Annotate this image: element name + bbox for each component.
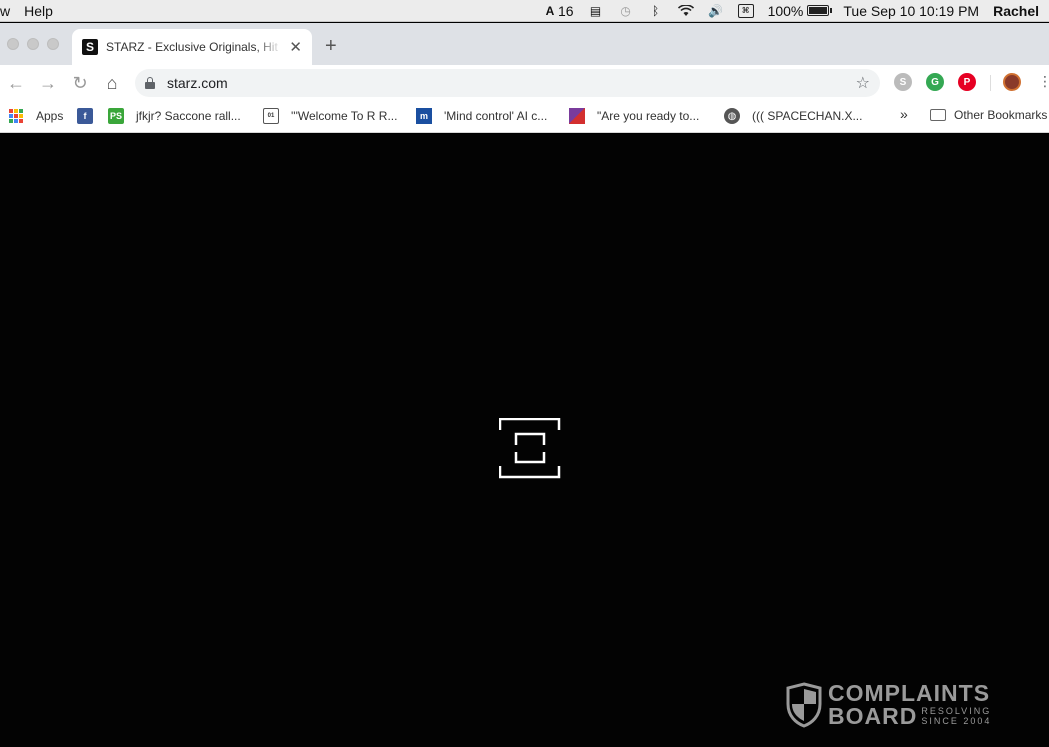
keyboard-icon[interactable]: ⌘ [737,3,754,18]
wifi-icon[interactable] [677,4,694,18]
skype-extension-icon[interactable]: S [894,73,912,91]
battery-percent: 100% [767,2,804,19]
bluetooth-icon[interactable]: ᛒ [648,4,664,18]
address-bar[interactable]: starz.com ☆ [135,69,880,97]
menu-window[interactable]: w [0,3,10,19]
close-window-button[interactable] [7,38,19,50]
time-machine-icon[interactable]: ◷ [618,4,634,18]
menu-help[interactable]: Help [24,3,53,19]
zoom-window-button[interactable] [47,38,59,50]
bookmark-welcome[interactable]: 01 '''Welcome To R R... [263,108,397,124]
bookmark-label: ((( SPACECHAN.X... [752,109,863,123]
window-controls [7,38,67,50]
shield-icon [786,682,822,728]
clipboard-icon[interactable]: ▤ [588,4,604,18]
battery-status[interactable]: 100% [767,2,833,19]
close-tab-icon[interactable]: ✕ [289,38,302,56]
bookmark-star-icon[interactable]: ☆ [856,73,870,93]
bookmark-saccone[interactable]: PS jfkjr? Saccone rall... [108,108,241,124]
macos-menu-bar: w Help A 16 ▤ ◷ ᛒ 🔊 ⌘ 100% Tue Sep 10 10:… [0,0,1049,22]
tab-starz[interactable]: S STARZ - Exclusive Originals, Hit Movie… [72,29,312,65]
bookmark-mind-control[interactable]: m 'Mind control' AI c... [416,108,547,124]
volume-icon[interactable]: 🔊 [708,4,724,18]
bookmarks-bar: Apps f PS jfkjr? Saccone rall... 01 '''W… [0,101,1049,133]
grammarly-extension-icon[interactable]: G [926,73,944,91]
lock-icon[interactable] [145,77,155,89]
minimize-window-button[interactable] [27,38,39,50]
facebook-icon: f [77,108,93,124]
tab-strip: S STARZ - Exclusive Originals, Hit Movie… [0,23,1049,65]
back-icon[interactable]: ← [0,73,32,94]
watermark-line1: COMPLAINTS [828,680,991,706]
bookmark-are-you-ready[interactable]: "Are you ready to... [569,108,699,124]
adobe-icon[interactable]: A 16 [542,3,574,19]
apps-grid-icon [8,108,24,124]
bookmark-label: '''Welcome To R R... [291,109,398,123]
battery-icon [807,5,833,16]
bookmark-spacechan[interactable]: ◍ ((( SPACECHAN.X... [724,108,862,124]
user-menu[interactable]: Rachel [993,3,1039,19]
clock[interactable]: Tue Sep 10 10:19 PM [843,3,979,19]
complaints-board-watermark: COMPLAINTS BOARD RESOLVING SINCE 2004 [786,682,991,728]
profile-avatar[interactable] [1003,73,1021,91]
watermark-line2: BOARD [828,703,918,729]
pinterest-extension-icon[interactable]: P [958,73,976,91]
home-icon[interactable]: ⌂ [96,73,128,94]
tab-title: STARZ - Exclusive Originals, Hit Movies [106,40,282,54]
browser-toolbar: ← → ↻ ⌂ starz.com ☆ S G P ⋮ [0,65,1049,101]
watermark-tag2: SINCE 2004 [921,715,992,726]
bookmark-label: jfkjr? Saccone rall... [136,109,241,123]
bookmark-label: Apps [36,109,64,123]
reload-icon[interactable]: ↻ [64,73,96,94]
binary-icon: 01 [263,108,279,124]
adobe-badge: 16 [558,2,574,19]
ps-icon: PS [108,108,124,124]
folder-icon [930,109,946,121]
m-news-icon: m [416,108,432,124]
starz-favicon-icon: S [82,39,98,55]
toolbar-divider [990,75,991,91]
forward-icon[interactable]: → [32,73,64,94]
bookmark-label: 'Mind control' AI c... [444,109,548,123]
bookmark-facebook[interactable]: f [77,108,105,124]
loading-spinner-icon [499,418,561,479]
globe-icon: ◍ [724,108,740,124]
chrome-menu-icon[interactable]: ⋮ [1038,73,1049,90]
flag-icon [569,108,585,124]
bookmark-apps[interactable]: Apps [8,108,63,124]
bookmarks-overflow-icon[interactable]: » [900,106,908,122]
other-bookmarks-label: Other Bookmarks [954,108,1048,122]
new-tab-button[interactable]: + [325,35,337,58]
other-bookmarks-folder[interactable]: Other Bookmarks [930,108,1047,122]
page-content: COMPLAINTS BOARD RESOLVING SINCE 2004 [0,134,1049,747]
url-text[interactable]: starz.com [167,75,228,91]
bookmark-label: "Are you ready to... [597,109,700,123]
